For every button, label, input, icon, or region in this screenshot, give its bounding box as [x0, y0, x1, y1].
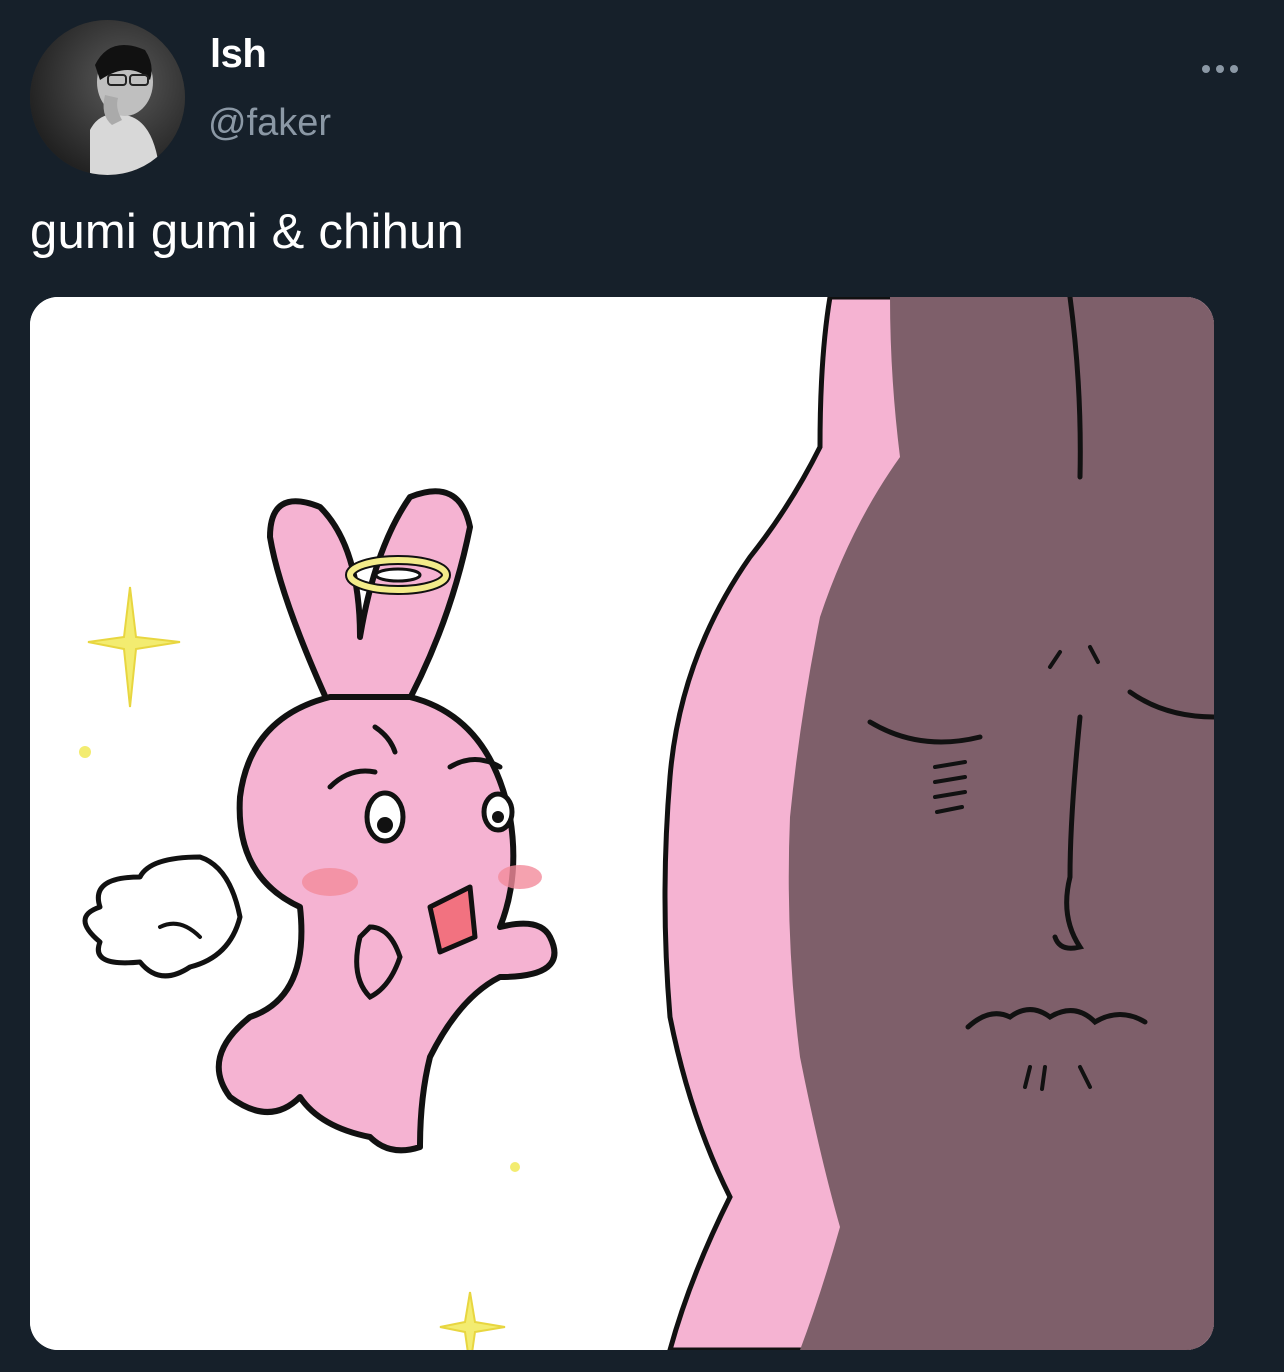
- tweet-card: lsh @faker gumi gumi & chihun: [0, 0, 1284, 1372]
- author-handle[interactable]: @faker: [208, 100, 331, 146]
- tweet-media-image[interactable]: [30, 297, 1214, 1350]
- tweet-text: gumi gumi & chihun: [30, 205, 464, 259]
- author-avatar[interactable]: [30, 20, 185, 175]
- author-display-name[interactable]: lsh: [210, 30, 267, 78]
- more-options-button[interactable]: [1196, 54, 1244, 84]
- more-horizontal-icon: [1202, 65, 1238, 73]
- profile-photo-icon: [30, 20, 185, 175]
- cartoon-rabbit-illustration-icon: [30, 297, 1214, 1350]
